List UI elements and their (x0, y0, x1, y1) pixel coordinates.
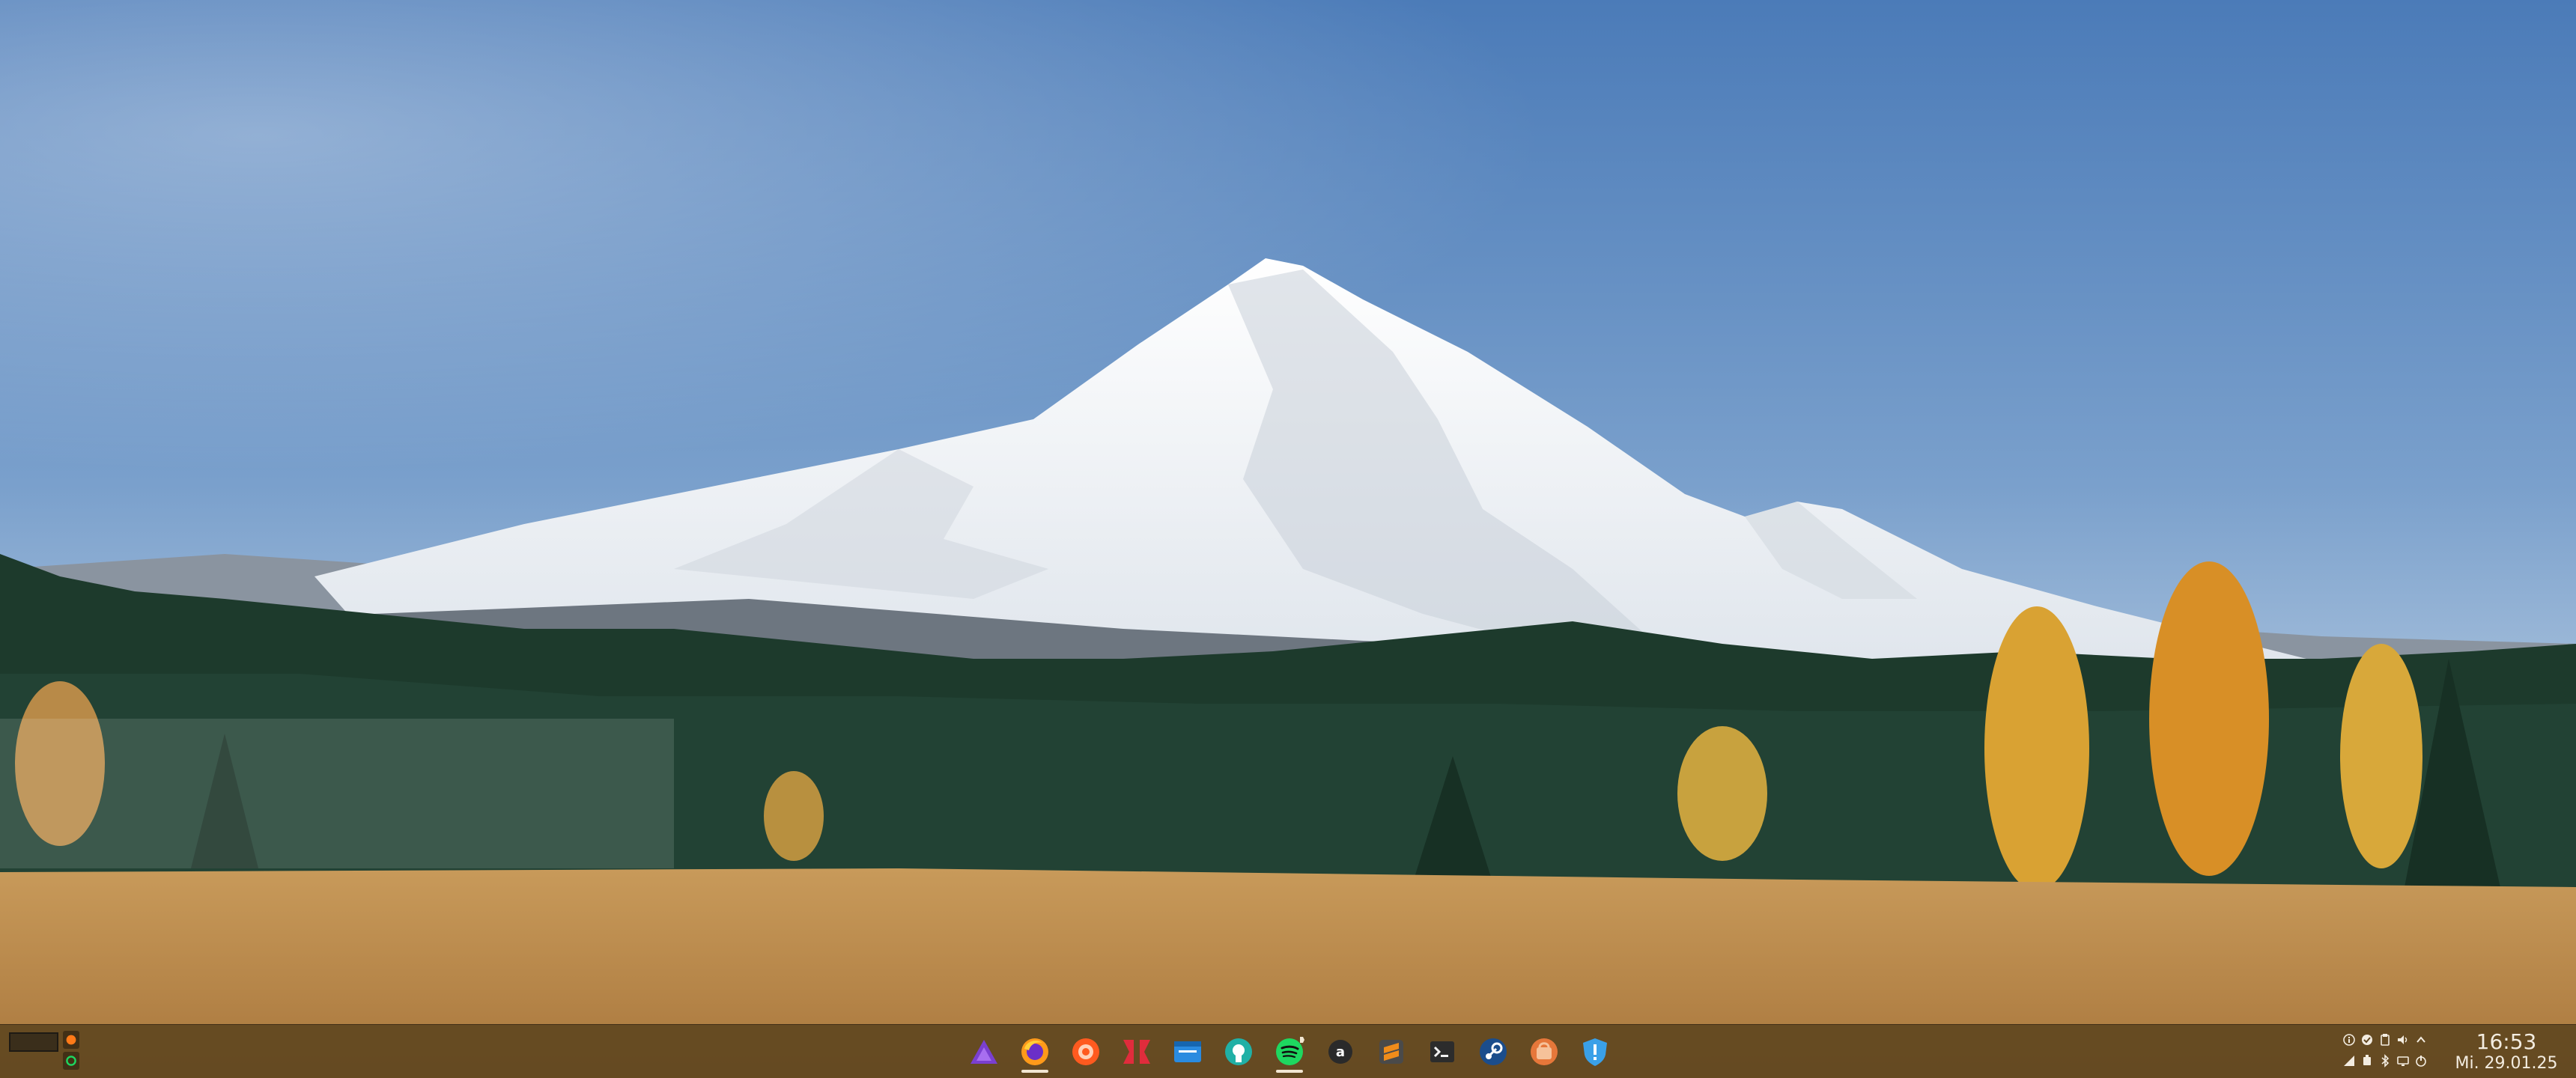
task-firefox[interactable] (1017, 1031, 1053, 1073)
taskbar: a 16:53 Mi. 29.01.25 (0, 1024, 2576, 1078)
usb-drive-icon[interactable] (2360, 1054, 2374, 1068)
spotify-icon (1276, 1037, 1304, 1065)
wallpaper (0, 0, 2576, 1078)
display-icon[interactable] (2396, 1054, 2410, 1068)
task-vpn[interactable] (1577, 1031, 1613, 1073)
app-launcher-icon (970, 1040, 997, 1064)
power-icon[interactable] (2414, 1054, 2428, 1068)
task-sublime-text[interactable] (1373, 1031, 1409, 1073)
task-spotify[interactable] (1272, 1031, 1307, 1073)
network-icon[interactable] (2342, 1054, 2356, 1068)
desktop: a 16:53 Mi. 29.01.25 (0, 0, 2576, 1078)
clipboard-icon[interactable] (2378, 1033, 2392, 1047)
task-amazon[interactable]: a (1322, 1031, 1358, 1073)
bluetooth-icon[interactable] (2378, 1054, 2392, 1068)
clock-time: 16:53 (2476, 1029, 2537, 1054)
pager-desktop-2[interactable] (63, 1031, 79, 1073)
system-tray (2341, 1031, 2431, 1073)
task-mail[interactable] (1119, 1031, 1155, 1073)
red-mail-icon (1123, 1040, 1150, 1064)
task-browser[interactable] (1068, 1031, 1104, 1073)
task-steam[interactable] (1475, 1031, 1511, 1073)
pager-desktop-1[interactable] (9, 1032, 58, 1052)
ubuntu-software-icon (1531, 1038, 1558, 1065)
browser-orange-icon (1072, 1038, 1099, 1065)
task-software-store[interactable] (1526, 1031, 1562, 1073)
task-github-desktop[interactable] (1221, 1031, 1257, 1073)
pager-firefox-icon (63, 1031, 79, 1049)
digital-clock[interactable]: 16:53 Mi. 29.01.25 (2443, 1028, 2570, 1076)
task-app-launcher[interactable] (966, 1031, 1002, 1073)
terminal-icon (1430, 1041, 1454, 1062)
task-file-manager[interactable] (1170, 1031, 1206, 1073)
clock-date: Mi. 29.01.25 (2455, 1054, 2558, 1073)
checkmark-icon[interactable] (2360, 1033, 2374, 1047)
task-manager: a (966, 1025, 1613, 1078)
file-manager-icon (1174, 1041, 1201, 1062)
info-icon[interactable] (2342, 1033, 2356, 1047)
svg-text:a: a (1336, 1044, 1345, 1060)
active-indicator (1276, 1070, 1303, 1073)
steam-icon (1480, 1038, 1507, 1065)
github-desktop-icon (1225, 1038, 1252, 1065)
amazon-icon: a (1328, 1040, 1352, 1064)
virtual-desktop-pager (9, 1029, 79, 1073)
pager-spotify-icon (63, 1052, 79, 1070)
firefox-icon (1021, 1038, 1048, 1065)
vpn-shield-icon (1583, 1038, 1607, 1066)
volume-icon[interactable] (2396, 1033, 2410, 1047)
sublime-text-icon (1379, 1040, 1403, 1064)
task-terminal[interactable] (1424, 1031, 1460, 1073)
active-indicator (1021, 1070, 1048, 1073)
expand-arrow-icon[interactable] (2414, 1033, 2428, 1047)
